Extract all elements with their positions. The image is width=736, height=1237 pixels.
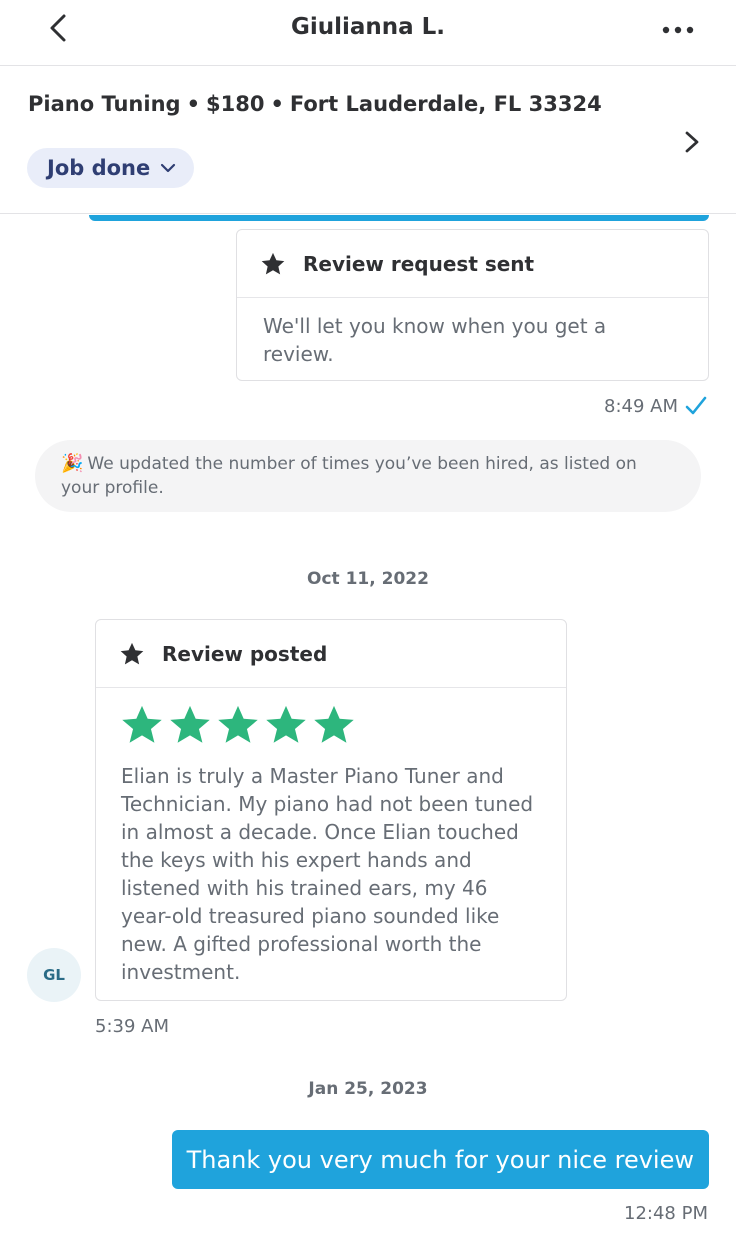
job-price: $180	[206, 92, 265, 116]
job-location: Fort Lauderdale, FL 33324	[289, 92, 602, 116]
job-status-label: Job done	[47, 156, 151, 180]
star-icon	[261, 252, 285, 274]
rating-star-icon	[122, 705, 162, 743]
chat-screen: Giulianna L. Piano Tuning • $180 • Fort Laud…	[0, 0, 736, 1237]
rating-star-icon	[170, 705, 210, 743]
check-icon	[685, 396, 707, 415]
rating-star-icon	[314, 705, 354, 743]
review-text: Elian is truly a Master Piano Tuner and …	[121, 764, 534, 984]
review-posted-card: Review posted Elian is truly a Master Pi…	[95, 619, 567, 1001]
header: Giulianna L.	[0, 0, 736, 66]
job-summary-bar[interactable]: Piano Tuning • $180 • Fort Lauderdale, FL 33…	[0, 66, 736, 214]
job-details-button[interactable]	[680, 128, 704, 156]
notice-text: We updated the number of times you’ve be…	[61, 454, 637, 498]
message-time: 8:49 AM	[604, 396, 678, 417]
job-service: Piano Tuning	[28, 92, 181, 116]
more-button[interactable]	[658, 16, 702, 44]
chevron-down-icon	[161, 163, 176, 173]
message-thread[interactable]: Review request sent We'll let you know w…	[0, 215, 736, 1237]
party-popper-icon: 🎉	[61, 453, 84, 474]
rating-star-icon	[266, 705, 306, 743]
date-separator: Jan 25, 2023	[308, 1079, 428, 1099]
contact-name[interactable]: Giulianna L.	[0, 14, 736, 40]
previous-message-edge	[89, 215, 709, 221]
review-request-card: Review request sent We'll let you know w…	[236, 229, 709, 381]
more-horizontal-icon	[662, 26, 694, 34]
separator-dot: •	[270, 92, 284, 116]
outgoing-message-bubble[interactable]: Thank you very much for your nice review	[171, 1130, 709, 1189]
message-time: 5:39 AM	[95, 1016, 169, 1037]
avatar[interactable]: GL	[27, 948, 81, 1002]
card-header: Review request sent	[237, 230, 708, 298]
star-icon	[120, 642, 144, 664]
system-notice: 🎉 We updated the number of times you’ve b…	[35, 440, 701, 512]
rating-star-icon	[218, 705, 258, 743]
card-body: We'll let you know when you get a review…	[263, 314, 607, 366]
chevron-right-icon	[685, 131, 699, 153]
separator-dot: •	[186, 92, 200, 116]
star-rating	[96, 688, 566, 746]
job-title: Piano Tuning • $180 • Fort Lauderdale, FL 33…	[28, 92, 602, 116]
message-time: 12:48 PM	[624, 1203, 708, 1224]
job-status-dropdown[interactable]: Job done	[27, 148, 195, 188]
date-separator: Oct 11, 2022	[307, 569, 429, 589]
card-title: Review request sent	[303, 251, 535, 276]
card-title: Review posted	[162, 641, 328, 666]
card-header: Review posted	[96, 620, 566, 688]
